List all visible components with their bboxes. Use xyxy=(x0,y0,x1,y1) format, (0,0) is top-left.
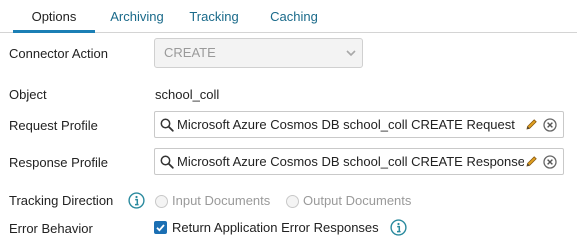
pencil-icon[interactable] xyxy=(525,118,538,131)
radio-input-documents-label: Input Documents xyxy=(172,193,271,208)
object-label: Object xyxy=(9,87,47,102)
request-profile-label: Request Profile xyxy=(9,118,98,133)
response-profile-field[interactable]: Microsoft Azure Cosmos DB school_coll CR… xyxy=(154,148,564,175)
response-profile-value: Microsoft Azure Cosmos DB school_coll CR… xyxy=(177,154,524,169)
info-icon[interactable] xyxy=(128,192,145,209)
search-icon[interactable] xyxy=(160,118,174,132)
tab-archiving[interactable]: Archiving xyxy=(97,0,177,33)
radio-output-documents-label: Output Documents xyxy=(303,193,412,208)
pencil-icon[interactable] xyxy=(525,155,538,168)
response-profile-label: Response Profile xyxy=(9,155,108,170)
tab-bar: Options Archiving Tracking Caching xyxy=(0,0,577,33)
connector-action-value: CREATE xyxy=(164,45,216,60)
tracking-direction-label: Tracking Direction xyxy=(9,193,114,208)
request-profile-value: Microsoft Azure Cosmos DB school_coll CR… xyxy=(177,117,515,132)
chevron-down-icon xyxy=(346,50,356,57)
clear-icon[interactable] xyxy=(543,118,557,132)
return-app-error-label: Return Application Error Responses xyxy=(172,220,379,235)
info-icon[interactable] xyxy=(390,219,407,236)
tab-options[interactable]: Options xyxy=(13,0,95,33)
connector-action-label: Connector Action xyxy=(9,46,109,61)
request-profile-field[interactable]: Microsoft Azure Cosmos DB school_coll CR… xyxy=(154,111,564,138)
search-icon[interactable] xyxy=(160,155,174,169)
tab-caching[interactable]: Caching xyxy=(260,0,328,33)
radio-input-documents[interactable] xyxy=(155,195,168,208)
connector-action-select: CREATE xyxy=(154,38,363,68)
checkmark-icon xyxy=(156,224,165,232)
clear-icon[interactable] xyxy=(543,155,557,169)
object-value: school_coll xyxy=(155,87,220,102)
return-app-error-checkbox[interactable] xyxy=(154,221,167,234)
error-behavior-label: Error Behavior xyxy=(9,221,93,236)
radio-output-documents[interactable] xyxy=(286,195,299,208)
tab-tracking[interactable]: Tracking xyxy=(179,0,249,33)
